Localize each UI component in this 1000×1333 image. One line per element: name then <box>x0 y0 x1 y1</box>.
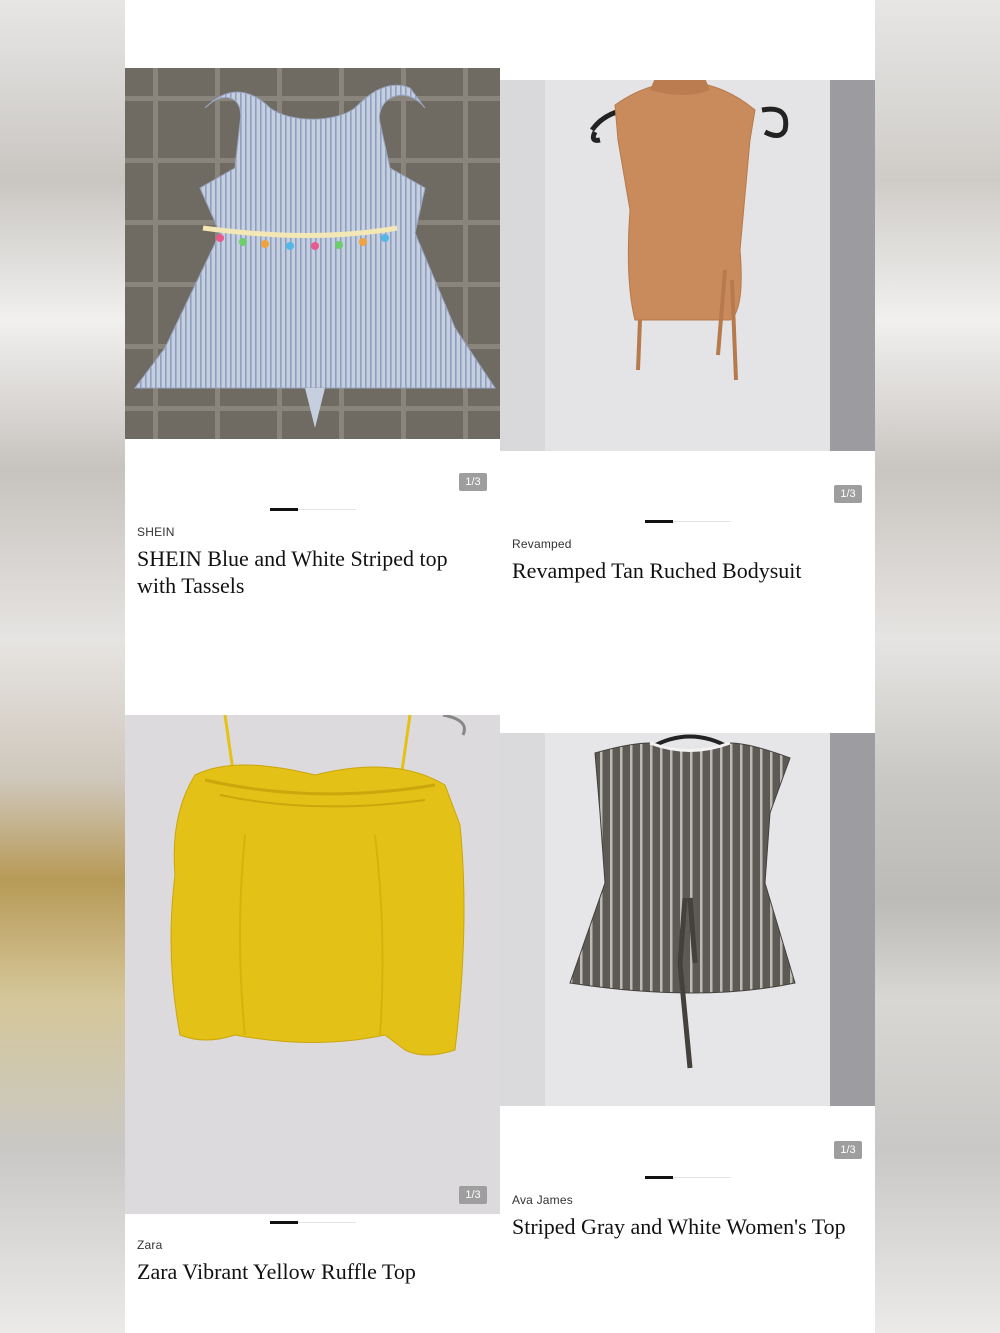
tan-bodysuit-on-hanger-photo[interactable] <box>500 80 875 451</box>
product-title[interactable]: Revamped Tan Ruched Bodysuit <box>512 557 864 584</box>
product-title[interactable]: Zara Vibrant Yellow Ruffle Top <box>137 1258 489 1285</box>
image-counter-badge: 1/3 <box>834 485 862 503</box>
product-card[interactable]: 1/3 Revamped Revamped Tan Ruched Bodysui… <box>500 0 875 660</box>
yellow-ruffle-top-photo[interactable] <box>125 715 500 1214</box>
background-blur-right <box>875 0 1000 1333</box>
product-card[interactable]: 1/3 SHEIN SHEIN Blue and White Striped t… <box>125 0 500 640</box>
carousel-indicator[interactable] <box>645 1176 731 1179</box>
product-card[interactable]: 1/3 Zara Zara Vibrant Yellow Ruffle Top <box>125 700 500 1333</box>
image-counter-badge: 1/3 <box>459 1186 487 1204</box>
image-counter-badge: 1/3 <box>459 473 487 491</box>
image-counter-badge: 1/3 <box>834 1141 862 1159</box>
background-blur-left <box>0 0 125 1333</box>
brand-label: Zara <box>137 1238 163 1252</box>
brand-label: Ava James <box>512 1193 573 1207</box>
product-feed[interactable]: 1/3 SHEIN SHEIN Blue and White Striped t… <box>125 0 875 1333</box>
carousel-indicator[interactable] <box>645 520 731 523</box>
product-title[interactable]: Striped Gray and White Women's Top <box>512 1213 864 1240</box>
striped-blue-dress-photo[interactable] <box>125 68 500 439</box>
product-card[interactable]: 1/3 Ava James Striped Gray and White Wom… <box>500 700 875 1333</box>
brand-label: Revamped <box>512 537 572 551</box>
gray-striped-top-on-hanger-photo[interactable] <box>500 733 875 1106</box>
carousel-indicator[interactable] <box>270 508 356 511</box>
brand-label: SHEIN <box>137 525 175 539</box>
product-title[interactable]: SHEIN Blue and White Striped top with Ta… <box>137 545 489 599</box>
carousel-indicator[interactable] <box>270 1221 356 1224</box>
